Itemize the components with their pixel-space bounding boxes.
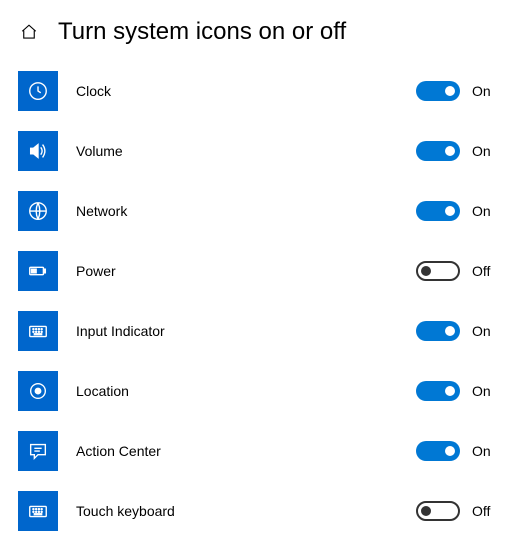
network-icon	[18, 191, 58, 231]
toggle-state-label: Off	[472, 263, 500, 279]
toggle-knob	[445, 326, 455, 336]
toggle-switch[interactable]	[416, 321, 460, 341]
toggle-knob	[445, 86, 455, 96]
toggle-state-label: On	[472, 443, 500, 459]
icon-settings-list: Clock On Volume On Network On Power Off Input In…	[18, 71, 500, 531]
toggle-wrap: Off	[416, 261, 500, 281]
location-icon	[18, 371, 58, 411]
toggle-knob	[445, 146, 455, 156]
setting-label: Action Center	[76, 443, 416, 459]
toggle-knob	[445, 446, 455, 456]
toggle-knob	[421, 266, 431, 276]
toggle-wrap: Off	[416, 501, 500, 521]
toggle-knob	[445, 206, 455, 216]
power-icon	[18, 251, 58, 291]
setting-row: Power Off	[18, 251, 500, 291]
toggle-wrap: On	[416, 201, 500, 221]
volume-icon	[18, 131, 58, 171]
toggle-wrap: On	[416, 441, 500, 461]
setting-row: Volume On	[18, 131, 500, 171]
setting-label: Input Indicator	[76, 323, 416, 339]
setting-row: Action Center On	[18, 431, 500, 471]
toggle-switch[interactable]	[416, 81, 460, 101]
toggle-state-label: On	[472, 83, 500, 99]
toggle-switch[interactable]	[416, 381, 460, 401]
setting-label: Touch keyboard	[76, 503, 416, 519]
toggle-switch[interactable]	[416, 441, 460, 461]
home-button[interactable]	[18, 21, 40, 43]
setting-label: Volume	[76, 143, 416, 159]
toggle-wrap: On	[416, 141, 500, 161]
setting-row: Input Indicator On	[18, 311, 500, 351]
header: Turn system icons on or off	[18, 18, 500, 47]
home-icon	[20, 23, 38, 41]
toggle-knob	[445, 386, 455, 396]
toggle-state-label: On	[472, 383, 500, 399]
setting-row: Touch keyboard Off	[18, 491, 500, 531]
setting-row: Location On	[18, 371, 500, 411]
toggle-wrap: On	[416, 381, 500, 401]
touch-keyboard-icon	[18, 491, 58, 531]
input-indicator-icon	[18, 311, 58, 351]
toggle-knob	[421, 506, 431, 516]
setting-label: Clock	[76, 83, 416, 99]
setting-row: Clock On	[18, 71, 500, 111]
setting-label: Network	[76, 203, 416, 219]
page-title: Turn system icons on or off	[58, 18, 346, 47]
clock-icon	[18, 71, 58, 111]
toggle-switch[interactable]	[416, 261, 460, 281]
setting-label: Power	[76, 263, 416, 279]
setting-label: Location	[76, 383, 416, 399]
toggle-wrap: On	[416, 321, 500, 341]
toggle-state-label: Off	[472, 503, 500, 519]
toggle-state-label: On	[472, 323, 500, 339]
action-center-icon	[18, 431, 58, 471]
toggle-wrap: On	[416, 81, 500, 101]
toggle-state-label: On	[472, 203, 500, 219]
toggle-switch[interactable]	[416, 201, 460, 221]
toggle-state-label: On	[472, 143, 500, 159]
setting-row: Network On	[18, 191, 500, 231]
toggle-switch[interactable]	[416, 501, 460, 521]
toggle-switch[interactable]	[416, 141, 460, 161]
